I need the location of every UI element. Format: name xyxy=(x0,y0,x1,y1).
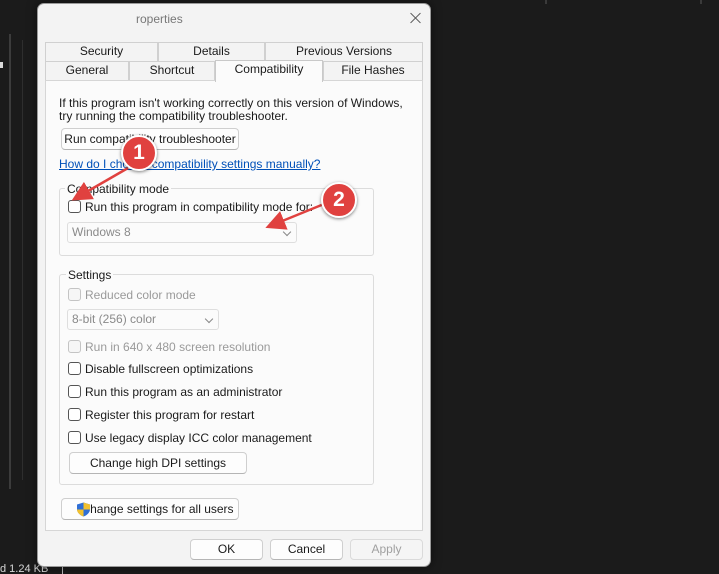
intro-text-line-1: If this program isn't working correctly … xyxy=(59,96,403,110)
legacy-icc-label: Use legacy display ICC color management xyxy=(85,431,312,445)
change-all-users-label: Change settings for all users xyxy=(81,502,234,516)
title-bar: roperties xyxy=(38,4,430,34)
background-divider xyxy=(22,40,23,480)
tab-compatibility[interactable]: Compatibility xyxy=(215,60,323,82)
run-as-admin-label: Run this program as an administrator xyxy=(85,385,283,399)
ok-button[interactable]: OK xyxy=(190,539,263,560)
chevron-down-icon xyxy=(282,227,292,237)
tab-security[interactable]: Security xyxy=(45,42,158,61)
annotation-badge-1: 1 xyxy=(121,135,157,171)
background-divider xyxy=(700,0,702,4)
intro-text-line-2: try running the compatibility troublesho… xyxy=(59,109,288,123)
resolution-checkbox[interactable] xyxy=(68,340,81,353)
settings-label: Settings xyxy=(66,268,114,282)
compatibility-mode-checkbox[interactable] xyxy=(68,200,81,213)
shield-icon xyxy=(77,502,90,517)
background-marker xyxy=(0,62,3,68)
resolution-label: Run in 640 x 480 screen resolution xyxy=(85,340,271,354)
close-icon[interactable] xyxy=(406,8,426,28)
disable-fullscreen-checkbox[interactable] xyxy=(68,362,81,375)
disable-fullscreen-label: Disable fullscreen optimizations xyxy=(85,362,254,376)
tab-details[interactable]: Details xyxy=(158,42,265,61)
tab-previous-versions[interactable]: Previous Versions xyxy=(265,42,423,61)
register-restart-checkbox[interactable] xyxy=(68,408,81,421)
color-depth-value: 8-bit (256) color xyxy=(72,312,157,326)
change-dpi-button[interactable]: Change high DPI settings xyxy=(69,452,247,474)
register-restart-label: Register this program for restart xyxy=(85,408,255,422)
legacy-icc-checkbox[interactable] xyxy=(68,431,81,444)
compatibility-mode-label: Compatibility mode xyxy=(65,182,172,196)
tab-shortcut[interactable]: Shortcut xyxy=(129,61,215,80)
window-title: roperties xyxy=(136,12,183,26)
compatibility-os-value: Windows 8 xyxy=(72,225,131,239)
tab-file-hashes[interactable]: File Hashes xyxy=(323,61,423,80)
annotation-badge-2: 2 xyxy=(321,182,357,218)
background-status-separator xyxy=(62,566,63,574)
compatibility-mode-checkbox-label: Run this program in compatibility mode f… xyxy=(85,200,314,214)
run-as-admin-checkbox[interactable] xyxy=(68,385,81,398)
background-divider xyxy=(545,0,547,4)
change-all-users-button[interactable]: Change settings for all users xyxy=(61,498,239,520)
compatibility-os-select[interactable]: Windows 8 xyxy=(67,222,297,243)
background-scrollbar xyxy=(9,34,11,489)
color-depth-select[interactable]: 8-bit (256) color xyxy=(67,309,219,330)
compatibility-help-link[interactable]: How do I choose compatibility settings m… xyxy=(59,157,320,171)
cancel-button[interactable]: Cancel xyxy=(270,539,343,560)
properties-dialog: roperties Security Details Previous Vers… xyxy=(37,3,431,567)
apply-button[interactable]: Apply xyxy=(350,539,423,560)
reduced-color-checkbox[interactable] xyxy=(68,288,81,301)
reduced-color-label: Reduced color mode xyxy=(85,288,196,302)
chevron-down-icon xyxy=(204,314,214,324)
compatibility-panel: If this program isn't working correctly … xyxy=(45,80,423,531)
tab-general[interactable]: General xyxy=(45,61,129,80)
